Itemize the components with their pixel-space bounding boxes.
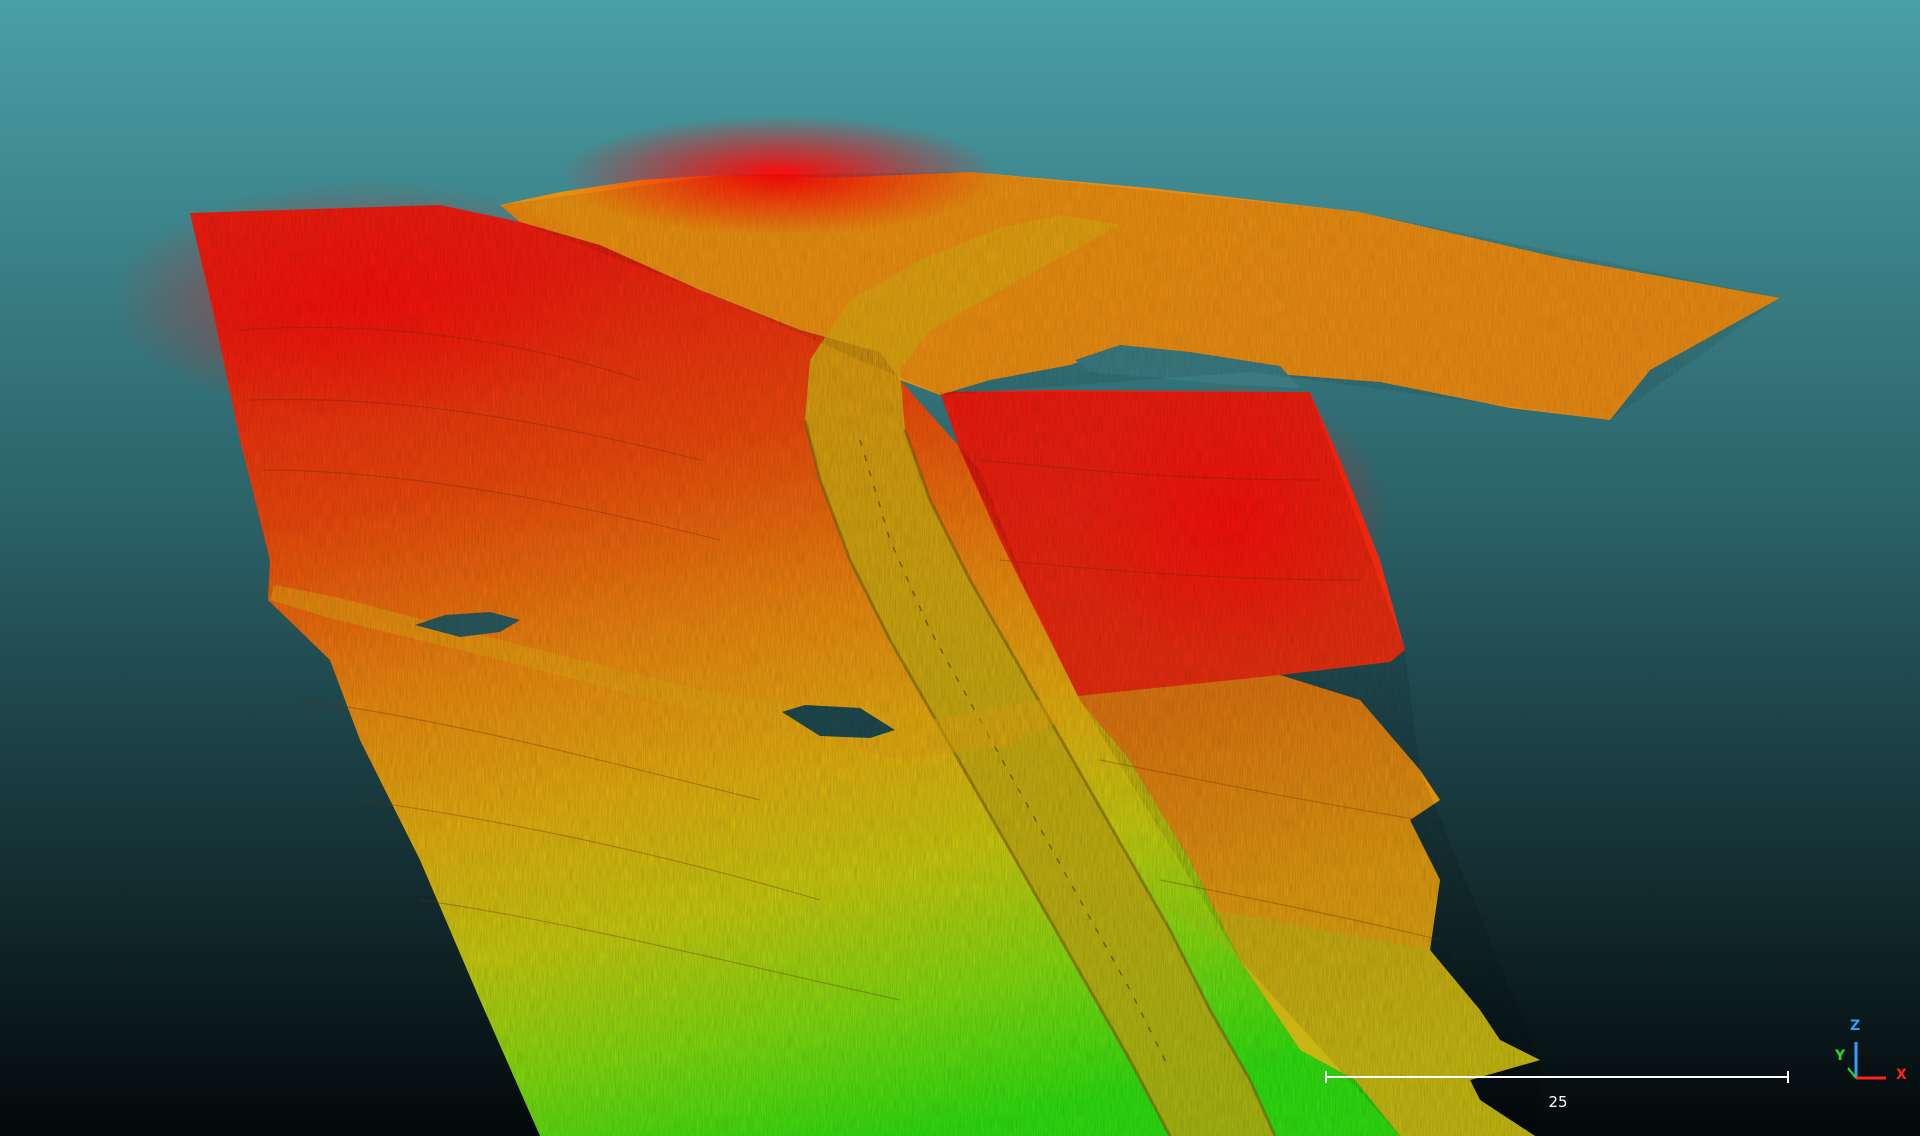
axis-y-label: Y: [1835, 1048, 1846, 1064]
axis-z-label: Z: [1850, 1018, 1861, 1034]
point-cloud-scene[interactable]: [0, 0, 1920, 1136]
3d-viewport[interactable]: 25 Z Y X: [0, 0, 1920, 1136]
scale-bar-label: 25: [1548, 1093, 1568, 1111]
axis-x-label: X: [1896, 1067, 1907, 1083]
